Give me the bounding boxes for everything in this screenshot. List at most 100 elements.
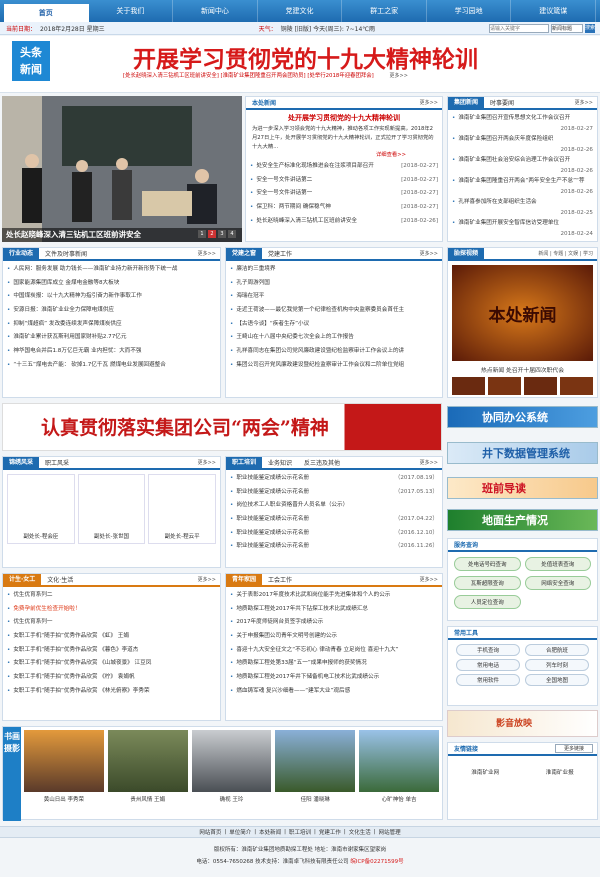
footer-link[interactable]: 网站管理 xyxy=(379,828,401,836)
tool-phone[interactable]: 常用电话 xyxy=(456,659,520,671)
service-phone[interactable]: 处电话号码查询 xyxy=(454,557,521,571)
tab-knowledge[interactable]: 业务知识 xyxy=(262,458,298,467)
list-item[interactable]: • 职业技能鉴定成绩公示花名册 （2017.04.22） xyxy=(230,513,438,527)
list-item[interactable]: • 淮南矿业集团召开宣传思想文化工作会议召开 2018-02-27 xyxy=(452,113,593,134)
list-item[interactable]: • 地质勘探工程处2017年井下储备机电工技术比武成绩公示 xyxy=(230,671,438,685)
video-thumb[interactable] xyxy=(524,377,557,395)
headline-subline[interactable]: [处长赵晓深入清三钻机工区班前讲安全] [淮南矿业集团隆重召开两会团劝员] [处… xyxy=(123,71,408,79)
list-item[interactable]: • 淮南矿业集团社会治安综合治理工作会议召开 2018-02-26 xyxy=(452,155,593,176)
list-item[interactable]: • 关于表彰2017年度技术比武和岗位能手先进集体和个人的公示 xyxy=(230,589,438,603)
list-item[interactable]: • 燃血铸军魂 复兴沙细看——“建军大业”观后感 xyxy=(230,685,438,699)
list-item-title[interactable]: 处安全生产标准化现场推进会在注浆项目部召开 xyxy=(256,160,373,174)
list-item[interactable]: • 职业技能鉴定成绩公示花名册 （2017.05.13） xyxy=(230,486,438,500)
list-item[interactable]: • 女职工手机“随手拍”优秀作品欣赏 《山城夜景》 江豆凤 xyxy=(7,657,216,671)
carousel-caption[interactable]: 处长赵晓峰深入清三钻机工区班前讲安全 xyxy=(2,228,242,242)
list-item[interactable]: • 【古语今谈】“疾者生存”小议 xyxy=(230,318,438,332)
more-link[interactable]: 更多>> xyxy=(420,459,442,466)
sidebanner-underground[interactable]: 井下数据管理系统 xyxy=(447,442,598,464)
list-item-title[interactable]: 关于申报集团公司青年文明号创建的公示 xyxy=(236,630,337,644)
tab-youth[interactable]: 青年家园 xyxy=(226,574,263,585)
nav-item[interactable]: 首页 xyxy=(4,4,89,22)
list-item-title[interactable]: 孔祥喜参加所在支部组织生活会 xyxy=(458,197,536,208)
tab-family[interactable]: 计生·女工 xyxy=(3,574,42,585)
list-item-title[interactable]: 王崎山在十八届中央纪委七次全会上的工作报告 xyxy=(236,331,353,345)
list-item[interactable]: • “十三五”煤电去产能： 砍掉1.7亿千瓦 燃煤电业发展回避整合 xyxy=(7,359,216,373)
video-caption[interactable]: 热点新闻 处召开十届四次职代会 xyxy=(448,365,597,374)
list-item[interactable]: • 淮南矿业集团召开两会庆年度保险组织 2018-02-26 xyxy=(452,134,593,155)
list-item-title[interactable]: 地质勘探工程处2017年井下储备机电工技术比武成绩公示 xyxy=(236,671,379,685)
tool-map[interactable]: 全国地图 xyxy=(525,674,589,686)
sidebanner-surface[interactable]: 地面生产情况 xyxy=(447,509,598,531)
list-item-title[interactable]: 免费孕前优生检查开始啦！ xyxy=(13,603,80,617)
news-headline[interactable]: 处开展学习贯彻党的十九大精神轮训 xyxy=(246,113,442,123)
scenery-item[interactable]: 黄山日出 李秀荣 xyxy=(24,730,104,803)
nav-item[interactable]: 建议箴谋 xyxy=(511,0,597,22)
service-locate[interactable]: 人员定位查询 xyxy=(454,595,521,609)
photo-carousel[interactable] xyxy=(2,96,242,242)
list-item[interactable]: • 女职工手机“随手拍”优秀作品欣赏 《虹》 王娟 xyxy=(7,630,216,644)
list-item-title[interactable]: 职业技能鉴定成绩公示花名册 xyxy=(236,527,309,541)
list-item[interactable]: • 淮南矿业集团隆重召开两会“两年安全生产不怠”“荐 2018-02-26 xyxy=(452,176,593,197)
subline-more[interactable]: 更多>> xyxy=(390,73,408,79)
list-item[interactable]: • 优生优育系列二 xyxy=(7,589,216,603)
list-item-title[interactable]: 海瑞在冠平 xyxy=(236,290,264,304)
list-item[interactable]: • 安全一号文件讲话第一 [2018-02-27] xyxy=(250,187,438,201)
tab-staff[interactable]: 职工风采 xyxy=(39,458,75,467)
tab-group-news[interactable]: 集团新闻 xyxy=(448,97,485,108)
list-item[interactable]: • 淮南矿业累计获瓦斯利用国家财补贴2.77亿元 xyxy=(7,331,216,345)
tab-life[interactable]: 文化·生活 xyxy=(41,575,79,584)
list-item[interactable]: • 孔祥喜参加所在支部组织生活会 2018-02-25 xyxy=(452,197,593,218)
more-link[interactable]: 更多>> xyxy=(420,576,442,583)
list-item[interactable]: • 抑制“煤超疯” 发改委连续发声保障煤炭供应 xyxy=(7,318,216,332)
list-item-title[interactable]: 女职工手机“随手拍”优秀作品欣赏 《暮色》李道杰 xyxy=(13,644,138,658)
list-item[interactable]: • 安全一号文件讲话第二 [2018-02-27] xyxy=(250,174,438,188)
list-item[interactable]: • 优生优育系列一 xyxy=(7,616,216,630)
list-item[interactable]: • 喜迎十九大安全征文之“不忘初心 律动青春 立足岗位 喜迎十九大” xyxy=(230,644,438,658)
list-item[interactable]: • 岗位技术工人职业资格晋升人员名单（公示） xyxy=(230,499,438,513)
list-item-title[interactable]: 淮南矿业集团召开宣传思想文化工作会议召开 xyxy=(458,113,570,124)
list-item[interactable]: • 孔祥喜同志在集团公司党风廉政建设暨纪检监察审计工作会议上的讲 xyxy=(230,345,438,359)
list-item[interactable]: • 女职工手机“随手拍”优秀作品欣赏 《暮色》李道杰 xyxy=(7,644,216,658)
list-item-title[interactable]: 淮南矿业集团隆重召开两会“两年安全生产不怠”“荐 xyxy=(458,176,584,187)
footer-link[interactable]: 单位简介 xyxy=(229,828,251,836)
leader-thumb[interactable]: 副处长-张世国 xyxy=(77,474,146,544)
list-item-title[interactable]: 国家能源集团库成立 金煤电金融等8大板块 xyxy=(13,277,119,291)
list-item[interactable]: • 免费孕前优生检查开始啦！ xyxy=(7,603,216,617)
list-item-title[interactable]: 中国煤炭报：以十九大精神为指引奋力新作事取工作 xyxy=(13,290,142,304)
list-item[interactable]: • 神华国电合并后1.8万亿巨无霸 业内担忧：大而不强 xyxy=(7,345,216,359)
list-item[interactable]: • 女职工手机“随手拍”优秀作品欣赏 《柠》 袁娟帆 xyxy=(7,671,216,685)
footer-link[interactable]: 党建工作 xyxy=(319,828,341,836)
list-item[interactable]: • 地质勘探工程处第33届“五一”成果申报师的获奖情况 xyxy=(230,657,438,671)
nav-item[interactable]: 学习园地 xyxy=(427,0,512,22)
footer-icp[interactable]: 皖ICP备02271599号 xyxy=(350,859,403,865)
tab-current-affairs[interactable]: 时事要闻 xyxy=(484,98,520,107)
nav-item[interactable]: 新闻中心 xyxy=(173,0,258,22)
search-scope[interactable]: 新闻标题 xyxy=(551,24,583,33)
more-link[interactable]: 更多>> xyxy=(198,576,220,583)
list-item[interactable]: • 海瑞在冠平 xyxy=(230,290,438,304)
list-item[interactable]: • 地质勘探工程处2017年共下钻探工技术比武成绩汇总 xyxy=(230,603,438,617)
list-item[interactable]: • 职业技能鉴定成绩公示花名册 （2017.08.19） xyxy=(230,472,438,486)
tab-party-window[interactable]: 党建之窗 xyxy=(226,248,263,259)
list-item-title[interactable]: 抑制“煤超疯” 发改委连续发声保障煤炭供应 xyxy=(13,318,121,332)
list-item-title[interactable]: 孔祥喜同志在集团公司党风廉政建设暨纪检监察审计工作会议上的讲 xyxy=(236,345,404,359)
list-item[interactable]: • 王崎山在十八届中央纪委七次全会上的工作报告 xyxy=(230,331,438,345)
nav-item[interactable]: 群工之家 xyxy=(342,0,427,22)
list-item-title[interactable]: 【古语今谈】“疾者生存”小议 xyxy=(236,318,309,332)
tab-party-work[interactable]: 党建工作 xyxy=(262,249,298,258)
footer-link[interactable]: 本处新闻 xyxy=(259,828,281,836)
list-item-title[interactable]: 燃血铸军魂 复兴沙细看——“建军大业”观后感 xyxy=(236,685,350,699)
leader-thumb[interactable]: 副处长-程会臣 xyxy=(7,474,75,544)
list-item-title[interactable]: 岗位技术工人职业资格晋升人员名单（公示） xyxy=(236,499,348,513)
list-item-title[interactable]: 淮南矿业累计获瓦斯利用国家财补贴2.77亿元 xyxy=(13,331,126,345)
slogan-banner[interactable]: 认真贯彻落实集团公司“两会”精神 xyxy=(2,403,442,451)
video-links[interactable]: 新闻 | 专题 | 文娱 | 学习 xyxy=(538,250,597,257)
list-item[interactable]: • 中国煤炭报：以十九大精神为指引奋力新作事取工作 xyxy=(7,290,216,304)
list-item-title[interactable]: 地质勘探工程处第33届“五一”成果申报师的获奖情况 xyxy=(236,657,366,671)
list-item-title[interactable]: 女职工手机“随手拍”优秀作品欣赏 《山城夜景》 江豆凤 xyxy=(13,657,151,671)
tool-train[interactable]: 列车时刻 xyxy=(525,659,589,671)
list-item-title[interactable]: 女职工手机“随手拍”优秀作品欣赏 《林光俯察》李秀荣 xyxy=(13,685,149,699)
list-item-title[interactable]: 优生优育系列一 xyxy=(13,616,52,630)
friend-link[interactable]: 淮南矿业报 xyxy=(546,768,574,776)
carousel-page[interactable]: 4 xyxy=(228,230,236,238)
